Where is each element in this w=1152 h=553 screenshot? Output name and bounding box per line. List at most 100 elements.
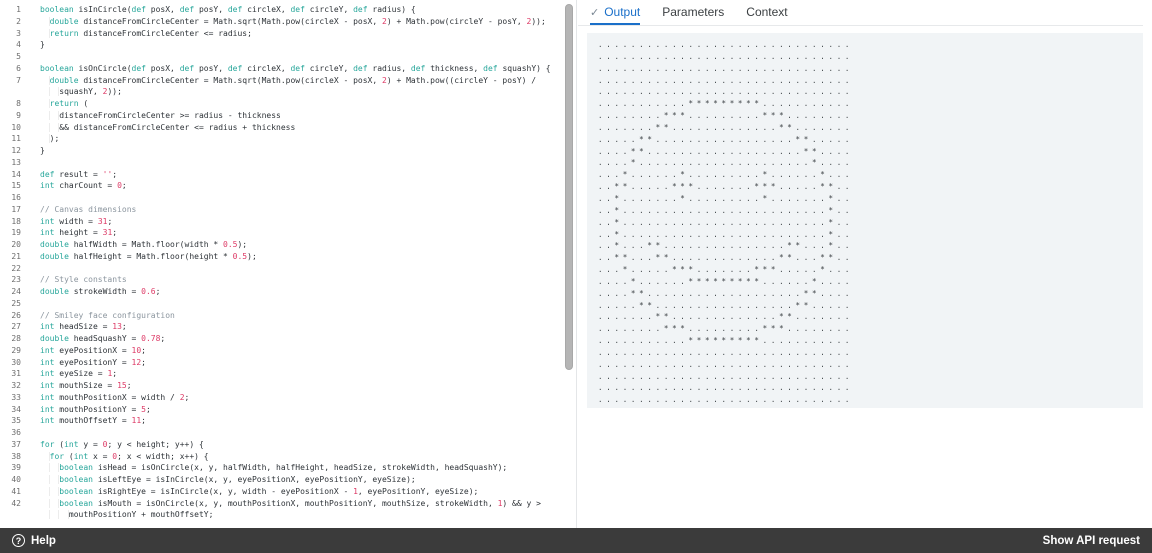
code-line[interactable]: 24double strokeWidth = 0.6; xyxy=(0,286,576,298)
line-number: 11 xyxy=(0,133,30,145)
tab-output[interactable]: ✓ Output xyxy=(590,0,640,25)
output-panel: ✓ Output Parameters Context . . . . . . … xyxy=(578,0,1152,528)
line-number xyxy=(0,509,30,521)
code-line[interactable]: 40 boolean isLeftEye = isInCircle(x, y, … xyxy=(0,474,576,486)
line-number: 41 xyxy=(0,486,30,498)
code-text: double halfHeight = Math.floor(height * … xyxy=(30,251,257,263)
code-line[interactable]: 25 xyxy=(0,298,576,310)
code-text: double halfWidth = Math.floor(width * 0.… xyxy=(30,239,247,251)
tab-parameters[interactable]: Parameters xyxy=(662,0,724,25)
code-line[interactable]: 23// Style constants xyxy=(0,274,576,286)
code-line[interactable]: 4} xyxy=(0,39,576,51)
line-number: 34 xyxy=(0,404,30,416)
line-number: 35 xyxy=(0,415,30,427)
code-text: int mouthSize = 15; xyxy=(30,380,132,392)
code-line[interactable]: 31int eyeSize = 1; xyxy=(0,368,576,380)
code-text: } xyxy=(30,145,45,157)
code-text: int height = 31; xyxy=(30,227,117,239)
code-line[interactable]: 7 double distanceFromCircleCenter = Math… xyxy=(0,75,576,87)
code-text: int eyePositionX = 10; xyxy=(30,345,146,357)
line-number xyxy=(0,86,30,98)
line-number: 15 xyxy=(0,180,30,192)
code-text: int width = 31; xyxy=(30,216,112,228)
code-text: int headSize = 13; xyxy=(30,321,127,333)
code-text: boolean isMouth = isOnCircle(x, y, mouth… xyxy=(30,498,541,510)
line-number: 29 xyxy=(0,345,30,357)
code-line[interactable]: 12} xyxy=(0,145,576,157)
code-line[interactable]: 29int eyePositionX = 10; xyxy=(0,345,576,357)
code-line[interactable]: 5 xyxy=(0,51,576,63)
code-text xyxy=(30,51,40,63)
code-line[interactable]: 3 return distanceFromCircleCenter <= rad… xyxy=(0,28,576,40)
line-number: 26 xyxy=(0,310,30,322)
help-button[interactable]: ? Help xyxy=(12,534,56,547)
line-number: 20 xyxy=(0,239,30,251)
code-line[interactable]: 27int headSize = 13; xyxy=(0,321,576,333)
line-number: 12 xyxy=(0,145,30,157)
code-line[interactable]: 11 ); xyxy=(0,133,576,145)
code-line[interactable]: 6boolean isOnCircle(def posX, def posY, … xyxy=(0,63,576,75)
code-line[interactable]: 16 xyxy=(0,192,576,204)
code-line[interactable]: 17// Canvas dimensions xyxy=(0,204,576,216)
code-text: squashY, 2)); xyxy=(30,86,122,98)
code-line[interactable]: 8 return ( xyxy=(0,98,576,110)
code-line[interactable]: 26// Smiley face configuration xyxy=(0,310,576,322)
code-text: return ( xyxy=(30,98,88,110)
code-line[interactable]: 13 xyxy=(0,157,576,169)
line-number: 39 xyxy=(0,462,30,474)
code-line[interactable]: 9 distanceFromCircleCenter >= radius - t… xyxy=(0,110,576,122)
code-line[interactable]: 18int width = 31; xyxy=(0,216,576,228)
tab-bar: ✓ Output Parameters Context xyxy=(578,0,1143,26)
code-text: ); xyxy=(30,133,59,145)
line-number: 28 xyxy=(0,333,30,345)
code-line[interactable]: 2 double distanceFromCircleCenter = Math… xyxy=(0,16,576,28)
show-api-request-button[interactable]: Show API request xyxy=(1043,535,1140,547)
code-line[interactable]: 15int charCount = 0; xyxy=(0,180,576,192)
line-number: 36 xyxy=(0,427,30,439)
line-number: 18 xyxy=(0,216,30,228)
code-line[interactable]: 39 boolean isHead = isOnCircle(x, y, hal… xyxy=(0,462,576,474)
line-number: 42 xyxy=(0,498,30,510)
line-number: 23 xyxy=(0,274,30,286)
code-line[interactable]: 42 boolean isMouth = isOnCircle(x, y, mo… xyxy=(0,498,576,510)
line-number: 38 xyxy=(0,451,30,463)
code-line[interactable]: 32int mouthSize = 15; xyxy=(0,380,576,392)
code-line[interactable]: 14def result = ''; xyxy=(0,169,576,181)
code-line[interactable]: 36 xyxy=(0,427,576,439)
line-number: 2 xyxy=(0,16,30,28)
code-editor[interactable]: 1boolean isInCircle(def posX, def posY, … xyxy=(0,0,577,528)
code-line[interactable]: 34int mouthPositionY = 5; xyxy=(0,404,576,416)
code-text: double distanceFromCircleCenter = Math.s… xyxy=(30,16,546,28)
code-line[interactable]: 20double halfWidth = Math.floor(width * … xyxy=(0,239,576,251)
line-number: 6 xyxy=(0,63,30,75)
code-line[interactable]: 10 && distanceFromCircleCenter <= radius… xyxy=(0,122,576,134)
code-text: def result = ''; xyxy=(30,169,117,181)
code-line[interactable]: 35int mouthOffsetY = 11; xyxy=(0,415,576,427)
code-line[interactable]: 28double headSquashY = 0.78; xyxy=(0,333,576,345)
code-line[interactable]: 22 xyxy=(0,263,576,275)
line-number: 13 xyxy=(0,157,30,169)
code-text: mouthPositionY + mouthOffsetY; xyxy=(30,509,213,521)
code-line[interactable]: squashY, 2)); xyxy=(0,86,576,98)
code-line[interactable]: 21double halfHeight = Math.floor(height … xyxy=(0,251,576,263)
line-number: 22 xyxy=(0,263,30,275)
check-icon: ✓ xyxy=(590,6,599,19)
code-line[interactable]: 19int height = 31; xyxy=(0,227,576,239)
code-text: // Smiley face configuration xyxy=(30,310,175,322)
code-line[interactable]: 41 boolean isRightEye = isInCircle(x, y,… xyxy=(0,486,576,498)
code-text: // Canvas dimensions xyxy=(30,204,136,216)
code-line[interactable]: 38 for (int x = 0; x < width; x++) { xyxy=(0,451,576,463)
line-number: 27 xyxy=(0,321,30,333)
line-number: 17 xyxy=(0,204,30,216)
code-line[interactable]: 30int eyePositionY = 12; xyxy=(0,357,576,369)
code-text xyxy=(30,298,40,310)
code-text: int mouthPositionX = width / 2; xyxy=(30,392,189,404)
code-line[interactable]: mouthPositionY + mouthOffsetY; xyxy=(0,509,576,521)
line-number: 3 xyxy=(0,28,30,40)
code-text: int mouthOffsetY = 11; xyxy=(30,415,146,427)
editor-scrollbar[interactable] xyxy=(565,4,573,370)
code-line[interactable]: 33int mouthPositionX = width / 2; xyxy=(0,392,576,404)
tab-context[interactable]: Context xyxy=(746,0,787,25)
code-line[interactable]: 1boolean isInCircle(def posX, def posY, … xyxy=(0,4,576,16)
code-line[interactable]: 37for (int y = 0; y < height; y++) { xyxy=(0,439,576,451)
